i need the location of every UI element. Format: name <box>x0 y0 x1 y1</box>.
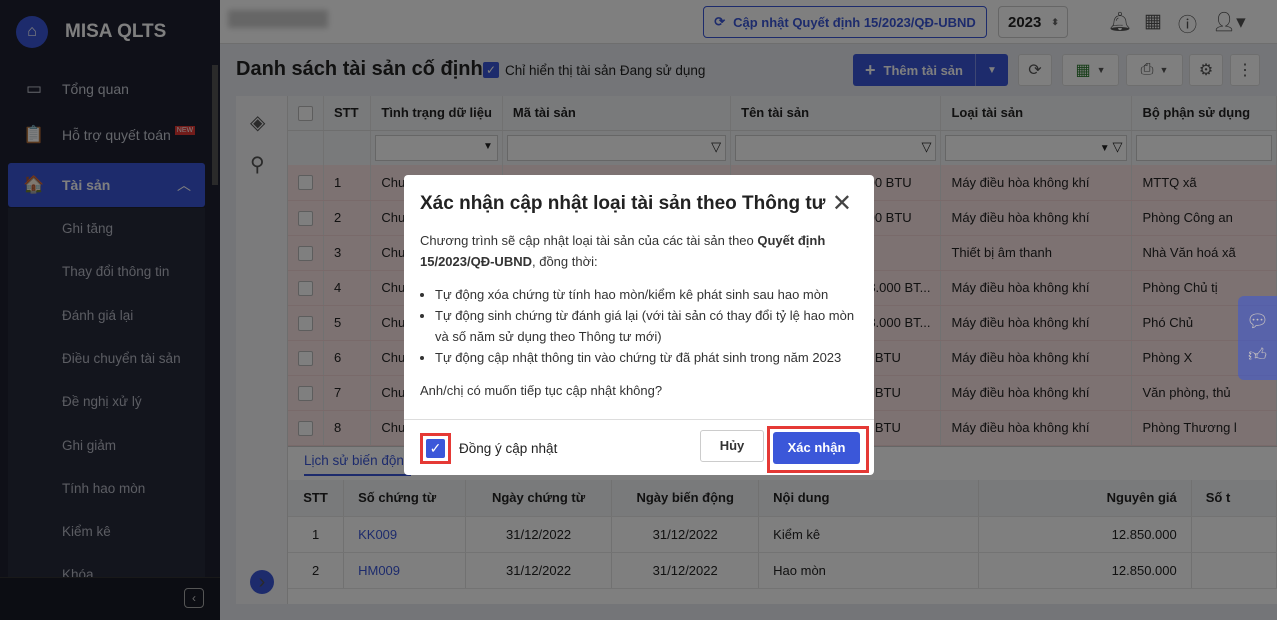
bullet-list: Tự động xóa chứng từ tính hao mòn/kiểm k… <box>435 284 860 368</box>
thumbs-up-icon[interactable]: 👍︎ <box>1238 338 1277 372</box>
confirm-highlight: Xác nhận <box>767 426 869 473</box>
list-item: Tự động cập nhật thông tin vào chứng từ … <box>435 347 860 368</box>
agree-checkbox[interactable]: ✓ Đồng ý cập nhật <box>420 433 557 464</box>
feedback-widget[interactable]: 💬︎ 👍︎ <box>1238 296 1277 380</box>
dialog-body: Chương trình sẽ cập nhật loại tài sản củ… <box>420 230 860 401</box>
chat-icon[interactable]: 💬︎ <box>1238 304 1277 338</box>
label: Đồng ý cập nhật <box>459 441 558 456</box>
confirm-dialog: Xác nhận cập nhật loại tài sản theo Thôn… <box>404 175 874 475</box>
intro: Chương trình sẽ cập nhật loại tài sản củ… <box>420 230 860 272</box>
text: , đồng thời: <box>532 254 598 269</box>
dialog-footer: ✓ Đồng ý cập nhật Hủy Xác nhận <box>404 419 874 475</box>
list-item: Tự động xóa chứng từ tính hao mòn/kiểm k… <box>435 284 860 305</box>
dialog-title: Xác nhận cập nhật loại tài sản theo Thôn… <box>420 193 826 214</box>
confirm-button[interactable]: Xác nhận <box>773 432 860 464</box>
check-icon: ✓ <box>426 439 445 458</box>
close-icon[interactable]: ✕ <box>832 189 852 218</box>
question: Anh/chị có muốn tiếp tục cập nhật không? <box>420 383 663 398</box>
cancel-button[interactable]: Hủy <box>700 430 764 462</box>
text: Chương trình sẽ cập nhật loại tài sản củ… <box>420 233 758 248</box>
list-item: Tự động sinh chứng từ đánh giá lại (với … <box>435 305 860 347</box>
